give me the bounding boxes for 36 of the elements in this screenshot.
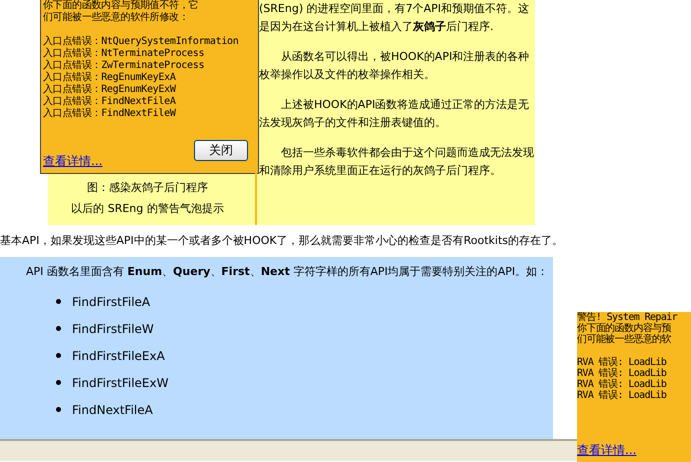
error-entry: RVA 错误: LoadLib (577, 368, 668, 379)
bullet-icon (56, 299, 61, 304)
paragraph: 基本API，如果发现这些API中的某一个或者多个被HOOK了，那么就需要非常小心的检查是否有Rootkits的存在了。 (0, 233, 564, 248)
api-name: FindFirstFileW (72, 322, 154, 336)
figure-caption: 图：感染灰鸽子后门程序 (87, 180, 208, 195)
error-entry: RVA 错误: LoadLib (577, 357, 668, 368)
api-name: FindFirstFileA (72, 294, 150, 308)
paragraph: 从函数名可以得出，被HOOK的API和注册表的各种枚举操作以及文件的枚举操作相关。 (259, 49, 530, 83)
paragraph: (SREng) 的进程空间里面，有7个API和预期值不符。这是因为在这台计算机上被植入了灰鸽子后门程序. (259, 1, 530, 35)
paragraph: 上述被HOOK的API函数将造成通过正常的方法是无法发现灰鸽子的文件和注册表键值的。 (259, 97, 530, 131)
warning-text: 们可能被一些恶意的软件所修改： (43, 12, 190, 24)
warning-text: 警告! System Repair (577, 312, 678, 323)
bullet-icon (56, 353, 61, 358)
api-name: FindNextFileA (72, 402, 153, 416)
error-entry: 入口点错误：RegEnumKeyExA (43, 72, 177, 84)
error-entry: 入口点错误：ZwTerminateProcess (43, 60, 206, 72)
api-name: FindFirstFileExA (72, 348, 165, 362)
error-entry: 入口点错误：NtTerminateProcess (43, 48, 206, 60)
error-entry: RVA 错误: LoadLib (577, 379, 668, 390)
details-link[interactable]: 查看详情... (43, 155, 102, 167)
warning-text: 们可能被一些恶意的软 (577, 334, 672, 345)
bullet-icon (56, 326, 61, 331)
error-entry: RVA 错误: LoadLib (577, 390, 668, 401)
close-button[interactable]: 关闭 (194, 140, 248, 161)
bullet-icon (56, 380, 61, 385)
warning-text: 你下面的函数内容与预 (577, 323, 672, 334)
error-entry: 入口点错误：NtQuerySystemInformation (43, 36, 240, 48)
error-entry: 入口点错误：RegEnumKeyExW (43, 84, 177, 96)
paragraph: 包括一些杀毒软件都会由于这个问题而造成无法发现和清除用户系统里面正在运行的灰鸽子后门程序。 (259, 145, 535, 179)
details-link[interactable]: 查看详情... (577, 443, 636, 457)
paragraph: API 函数名里面含有 Enum、Query、First、Next 字符字样的所有API均属于需要特别关注的API。如： (25, 264, 550, 280)
bullet-icon (56, 407, 61, 412)
figure-caption: 以后的 SREng 的警告气泡提示 (71, 201, 224, 216)
error-entry: 入口点错误：FindNextFileW (43, 108, 177, 120)
api-name: FindFirstFileExW (72, 376, 168, 390)
error-entry: 入口点错误：FindNextFileA (43, 96, 177, 108)
